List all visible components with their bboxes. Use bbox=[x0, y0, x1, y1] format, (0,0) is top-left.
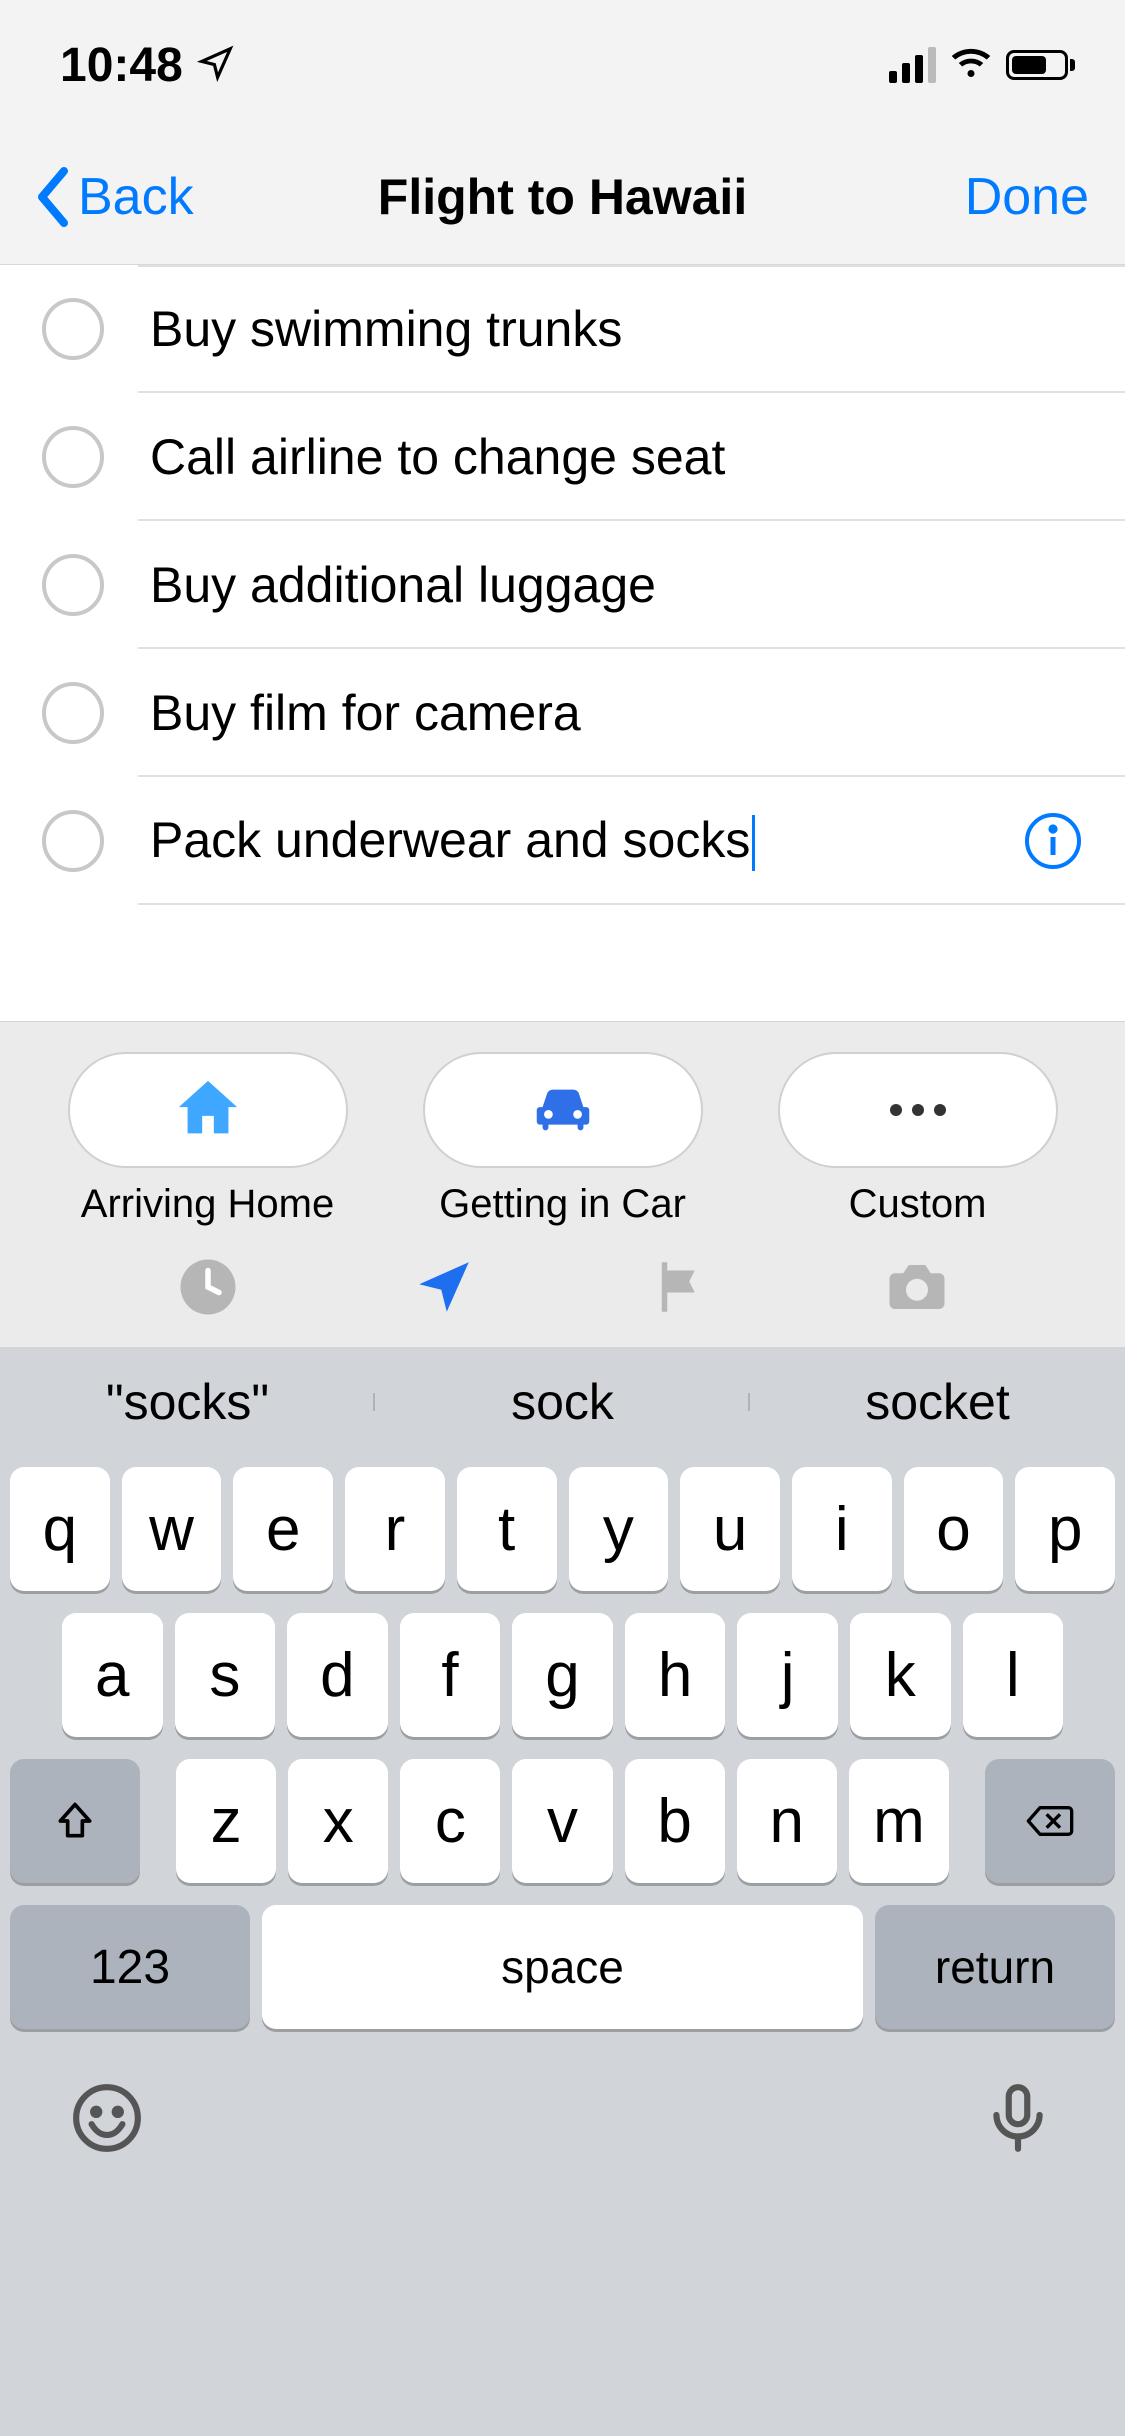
keyboard-suggestions: "socks" sock socket bbox=[0, 1347, 1125, 1457]
key-shift[interactable] bbox=[10, 1759, 140, 1883]
camera-icon[interactable] bbox=[882, 1252, 952, 1322]
key-n[interactable]: n bbox=[737, 1759, 837, 1883]
status-right bbox=[889, 42, 1075, 89]
key-e[interactable]: e bbox=[233, 1467, 333, 1591]
back-button[interactable]: Back bbox=[36, 167, 194, 227]
key-m[interactable]: m bbox=[849, 1759, 949, 1883]
reminder-pill-row: Arriving Home Getting in Car Custom bbox=[50, 1052, 1075, 1227]
info-button[interactable] bbox=[1023, 811, 1083, 871]
key-x[interactable]: x bbox=[288, 1759, 388, 1883]
task-text: Buy additional luggage bbox=[150, 556, 656, 614]
cellular-icon bbox=[889, 47, 936, 83]
suggestion-3[interactable]: socket bbox=[750, 1373, 1125, 1431]
key-o[interactable]: o bbox=[904, 1467, 1004, 1591]
key-backspace[interactable] bbox=[985, 1759, 1115, 1883]
key-z[interactable]: z bbox=[176, 1759, 276, 1883]
location-icon[interactable] bbox=[409, 1252, 479, 1322]
reminder-option-car: Getting in Car bbox=[405, 1052, 720, 1227]
dictation-button[interactable] bbox=[981, 2081, 1055, 2160]
emoji-button[interactable] bbox=[70, 2081, 144, 2160]
task-text: Call airline to change seat bbox=[150, 428, 725, 486]
reminder-options-panel: Arriving Home Getting in Car Custom bbox=[0, 1021, 1125, 1347]
clock-icon[interactable] bbox=[173, 1252, 243, 1322]
task-text-editing[interactable]: Pack underwear and socks bbox=[150, 811, 755, 872]
task-row[interactable]: Buy swimming trunks bbox=[0, 265, 1125, 393]
key-f[interactable]: f bbox=[400, 1613, 501, 1737]
custom-reminder-button[interactable] bbox=[778, 1052, 1058, 1168]
key-v[interactable]: v bbox=[512, 1759, 612, 1883]
suggestion-1[interactable]: "socks" bbox=[0, 1373, 375, 1431]
key-l[interactable]: l bbox=[963, 1613, 1064, 1737]
flag-icon[interactable] bbox=[646, 1252, 716, 1322]
task-checkbox[interactable] bbox=[42, 426, 104, 488]
key-w[interactable]: w bbox=[122, 1467, 222, 1591]
key-s[interactable]: s bbox=[175, 1613, 276, 1737]
arriving-home-button[interactable] bbox=[68, 1052, 348, 1168]
key-b[interactable]: b bbox=[625, 1759, 725, 1883]
ellipsis-icon bbox=[890, 1104, 946, 1116]
task-row[interactable]: Buy film for camera bbox=[0, 649, 1125, 777]
keyboard-keys: q w e r t y u i o p a s d f g h j k l bbox=[0, 1457, 1125, 2051]
key-numbers[interactable]: 123 bbox=[10, 1905, 250, 2029]
navigation-bar: Back Flight to Hawaii Done bbox=[0, 130, 1125, 265]
key-y[interactable]: y bbox=[569, 1467, 669, 1591]
pill-label: Getting in Car bbox=[439, 1182, 686, 1227]
task-row[interactable]: Call airline to change seat bbox=[0, 393, 1125, 521]
back-label: Back bbox=[78, 167, 194, 227]
key-c[interactable]: c bbox=[400, 1759, 500, 1883]
content-spacer bbox=[0, 905, 1125, 1021]
wifi-icon bbox=[950, 42, 992, 89]
suggestion-2[interactable]: sock bbox=[375, 1373, 750, 1431]
reminder-toolbar bbox=[50, 1227, 1075, 1347]
key-t[interactable]: t bbox=[457, 1467, 557, 1591]
key-a[interactable]: a bbox=[62, 1613, 163, 1737]
key-j[interactable]: j bbox=[737, 1613, 838, 1737]
status-bar: 10:48 bbox=[0, 0, 1125, 130]
task-checkbox[interactable] bbox=[42, 682, 104, 744]
key-u[interactable]: u bbox=[680, 1467, 780, 1591]
keyboard-bottom-row bbox=[0, 2051, 1125, 2436]
battery-icon bbox=[1006, 50, 1075, 80]
key-h[interactable]: h bbox=[625, 1613, 726, 1737]
location-services-icon bbox=[197, 44, 235, 87]
task-row[interactable]: Buy additional luggage bbox=[0, 521, 1125, 649]
pill-label: Custom bbox=[849, 1182, 987, 1227]
key-d[interactable]: d bbox=[287, 1613, 388, 1737]
key-k[interactable]: k bbox=[850, 1613, 951, 1737]
pill-label: Arriving Home bbox=[81, 1182, 334, 1227]
status-time: 10:48 bbox=[60, 38, 183, 93]
key-q[interactable]: q bbox=[10, 1467, 110, 1591]
task-checkbox[interactable] bbox=[42, 810, 104, 872]
key-space[interactable]: space bbox=[262, 1905, 863, 2029]
text-cursor bbox=[752, 815, 755, 871]
key-i[interactable]: i bbox=[792, 1467, 892, 1591]
task-checkbox[interactable] bbox=[42, 554, 104, 616]
task-list: Buy swimming trunks Call airline to chan… bbox=[0, 265, 1125, 905]
reminder-option-home: Arriving Home bbox=[50, 1052, 365, 1227]
keyboard: "socks" sock socket q w e r t y u i o p … bbox=[0, 1347, 1125, 2436]
key-r[interactable]: r bbox=[345, 1467, 445, 1591]
task-text: Buy swimming trunks bbox=[150, 300, 622, 358]
task-text: Buy film for camera bbox=[150, 684, 581, 742]
getting-in-car-button[interactable] bbox=[423, 1052, 703, 1168]
done-button[interactable]: Done bbox=[965, 167, 1089, 227]
reminder-option-custom: Custom bbox=[760, 1052, 1075, 1227]
key-g[interactable]: g bbox=[512, 1613, 613, 1737]
task-checkbox[interactable] bbox=[42, 298, 104, 360]
status-left: 10:48 bbox=[60, 38, 235, 93]
task-row-editing[interactable]: Pack underwear and socks bbox=[0, 777, 1125, 905]
key-p[interactable]: p bbox=[1015, 1467, 1115, 1591]
key-return[interactable]: return bbox=[875, 1905, 1115, 2029]
